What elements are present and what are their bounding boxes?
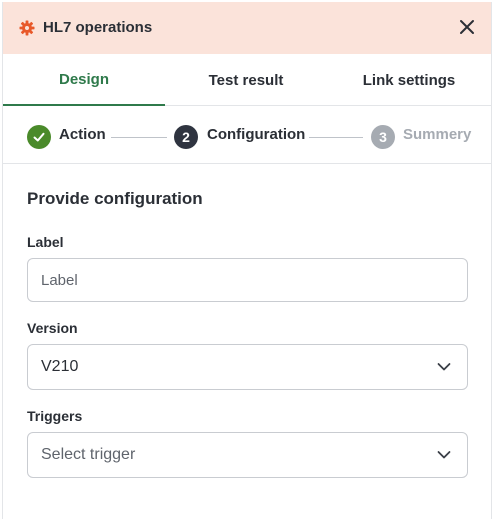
triggers-select-placeholder: Select trigger xyxy=(41,446,136,463)
hl7-operations-panel: HL7 operations Design Test result Link s… xyxy=(2,2,492,519)
step-connector xyxy=(309,137,363,138)
step-action-label: Action xyxy=(59,126,106,143)
close-icon[interactable] xyxy=(458,18,476,36)
chevron-down-icon xyxy=(437,451,451,459)
step-summery-label: Summery xyxy=(403,126,472,143)
chevron-down-icon xyxy=(437,363,451,371)
step-configuration-number: 2 xyxy=(174,125,198,149)
stepper: Action 2 Configuration 3 Summery xyxy=(3,106,491,164)
step-action-check-icon xyxy=(27,125,51,149)
step-connector xyxy=(111,137,167,138)
triggers-field-label: Triggers xyxy=(27,408,83,424)
panel-header: HL7 operations xyxy=(3,2,491,54)
tab-link-settings[interactable]: Link settings xyxy=(327,54,491,106)
label-field-label: Label xyxy=(27,234,64,250)
tab-test-result[interactable]: Test result xyxy=(165,54,327,106)
tab-bar: Design Test result Link settings xyxy=(3,54,491,106)
triggers-select[interactable]: Select trigger xyxy=(27,432,468,478)
tab-design[interactable]: Design xyxy=(3,54,165,106)
panel-title: HL7 operations xyxy=(43,19,153,36)
version-field-label: Version xyxy=(27,320,78,336)
step-summery-number: 3 xyxy=(371,125,395,149)
label-input-placeholder: Label xyxy=(41,271,78,289)
section-title: Provide configuration xyxy=(27,189,203,208)
version-select-value: V210 xyxy=(41,358,79,375)
gear-icon xyxy=(19,20,35,36)
label-input[interactable]: Label xyxy=(27,258,468,302)
version-select[interactable]: V210 xyxy=(27,344,468,390)
step-configuration-label: Configuration xyxy=(207,126,306,143)
